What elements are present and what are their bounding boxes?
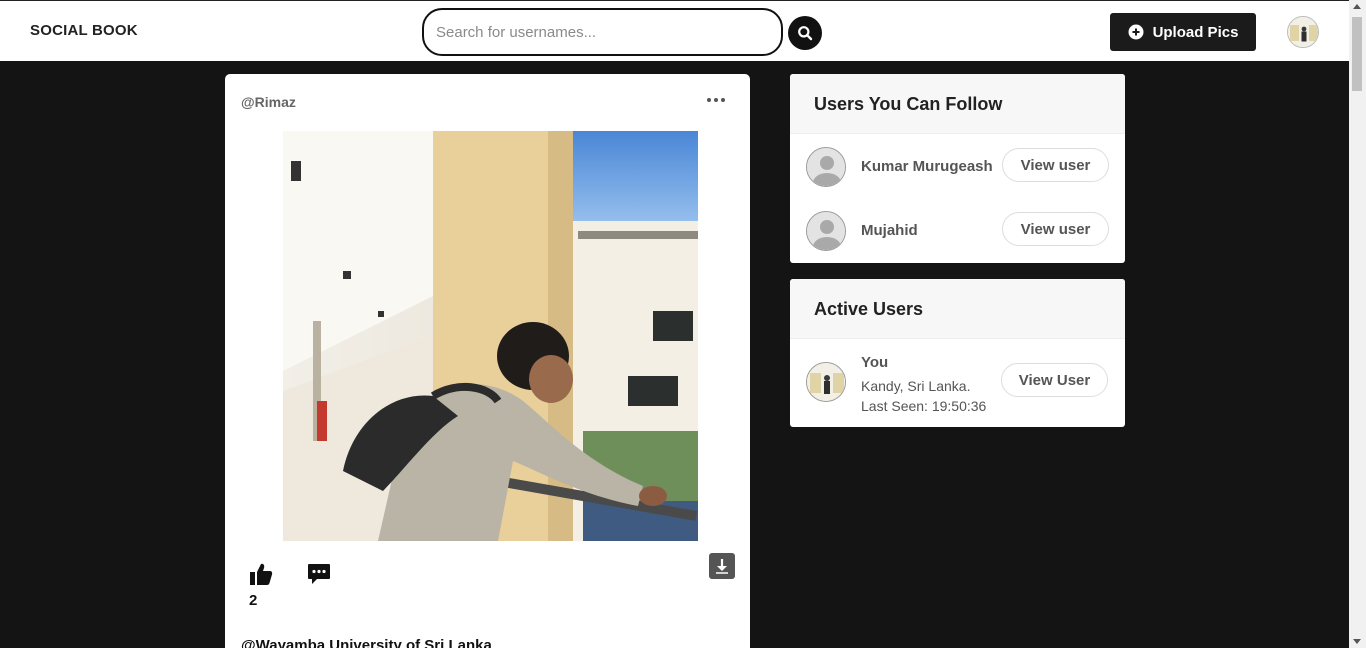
- suggested-user-name[interactable]: Kumar Murugeash: [861, 158, 993, 175]
- upload-pics-button[interactable]: Upload Pics: [1110, 13, 1256, 51]
- default-avatar-icon: [806, 211, 846, 251]
- suggested-user-name[interactable]: Mujahid: [861, 222, 918, 239]
- list-item: Kumar Murugeash View user: [790, 134, 1125, 198]
- scroll-down-arrow[interactable]: [1353, 639, 1361, 644]
- scroll-thumb[interactable]: [1352, 17, 1362, 91]
- more-dots-icon[interactable]: [707, 98, 725, 102]
- post-username[interactable]: @Rimaz: [241, 94, 296, 110]
- page-scrollbar[interactable]: [1349, 0, 1366, 648]
- list-item: You Kandy, Sri Lanka. Last Seen: 19:50:3…: [790, 339, 1125, 426]
- download-icon: [716, 559, 728, 574]
- comment-icon[interactable]: [307, 563, 331, 585]
- view-user-button[interactable]: View user: [1002, 148, 1109, 182]
- post-image: [283, 131, 698, 541]
- post-card: @Rimaz 2 @Wayamba University of Sri Lank…: [225, 74, 750, 648]
- search-box: [422, 8, 783, 56]
- download-button[interactable]: [709, 553, 735, 579]
- active-user-info: You Kandy, Sri Lanka. Last Seen: 19:50:3…: [861, 354, 986, 416]
- list-item: Mujahid View user: [790, 198, 1125, 262]
- scroll-up-arrow[interactable]: [1353, 4, 1361, 9]
- default-avatar-icon: [806, 147, 846, 187]
- thumbs-up-icon[interactable]: [249, 562, 273, 586]
- search-icon: [798, 26, 813, 41]
- view-user-button[interactable]: View user: [1002, 212, 1109, 246]
- plus-circle-icon: [1128, 24, 1144, 40]
- search-button[interactable]: [788, 16, 822, 50]
- follow-card-title: Users You Can Follow: [790, 74, 1125, 134]
- active-user-name: You: [861, 354, 889, 371]
- top-navbar: SOCIAL BOOK Upload Pics: [0, 0, 1349, 61]
- avatar: [806, 362, 846, 402]
- brand-logo[interactable]: SOCIAL BOOK: [30, 22, 138, 39]
- search-input[interactable]: [424, 10, 781, 54]
- upload-pics-label: Upload Pics: [1152, 23, 1239, 41]
- follow-suggestions-card: Users You Can Follow Kumar Murugeash Vie…: [790, 74, 1125, 263]
- post-caption: @Wayamba University of Sri Lanka: [241, 637, 492, 648]
- like-count: 2: [249, 592, 258, 609]
- active-card-title: Active Users: [790, 279, 1125, 339]
- profile-avatar[interactable]: [1287, 16, 1319, 48]
- active-users-card: Active Users You Kandy, Sri Lanka. Last …: [790, 279, 1125, 427]
- view-user-button[interactable]: View User: [1001, 363, 1108, 397]
- active-user-location: Kandy, Sri Lanka.: [861, 378, 971, 394]
- active-user-last-seen: Last Seen: 19:50:36: [861, 398, 987, 414]
